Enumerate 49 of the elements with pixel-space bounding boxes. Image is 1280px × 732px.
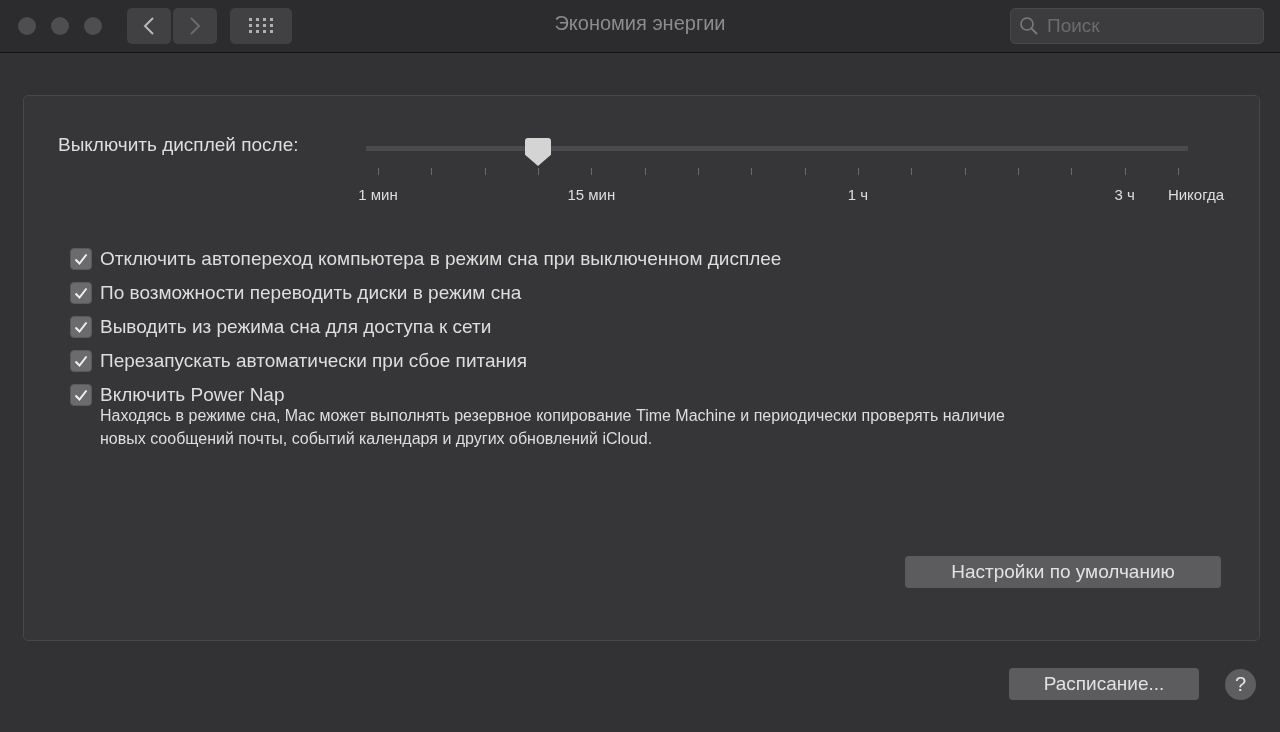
chevron-right-icon <box>189 16 201 36</box>
checkbox-label: Выводить из режима сна для доступа к сети <box>100 316 492 338</box>
grid-icon <box>249 18 273 34</box>
slider-tick <box>858 168 859 175</box>
slider-label: Выключить дисплей после: <box>58 133 300 156</box>
slider-tick <box>804 168 806 175</box>
back-button[interactable] <box>127 8 171 44</box>
checkbox[interactable] <box>70 384 92 406</box>
slider-tick <box>751 168 753 175</box>
tick-label: 15 мин <box>567 186 616 203</box>
slider-tick <box>1124 168 1126 175</box>
slider-thumb[interactable] <box>525 138 551 166</box>
slider-tick <box>1178 168 1179 175</box>
checkbox-label: По возможности переводить диски в режим сна <box>100 282 522 304</box>
show-all-button[interactable] <box>230 8 292 44</box>
slider-tick <box>644 168 646 175</box>
checkbox-label: Включить Power Nap <box>100 384 285 406</box>
tick-label: 3 ч <box>1114 186 1135 203</box>
chevron-left-icon <box>143 16 155 36</box>
tick-label: 1 мин <box>358 186 398 203</box>
slider-tick <box>1018 168 1019 175</box>
slider-tick <box>698 168 699 175</box>
checkbox[interactable] <box>70 316 92 338</box>
checkmark-icon <box>74 321 88 333</box>
tick-label: 1 ч <box>847 186 869 203</box>
slider-tick <box>1071 168 1073 175</box>
checkmark-icon <box>74 287 88 299</box>
slider-tick <box>591 168 593 175</box>
slider-tick <box>484 168 486 175</box>
checkbox-label: Перезапускать автоматически при сбое питания <box>100 350 527 372</box>
slider-tick <box>378 168 379 175</box>
restore-defaults-button[interactable]: Настройки по умолчанию <box>905 556 1221 588</box>
slider-tick <box>964 168 966 175</box>
window-title: Экономия энергии <box>554 12 726 35</box>
slider-tick <box>911 168 913 175</box>
checkbox-label: Отключить автопереход компьютера в режим сна при выключенном дисплее <box>100 248 782 270</box>
checkmark-icon <box>74 253 88 265</box>
slider-tick <box>431 168 433 175</box>
checkmark-icon <box>74 389 88 401</box>
tick-label: Никогда <box>1167 186 1225 203</box>
checkbox[interactable] <box>70 350 92 372</box>
option-description: Находясь в режиме сна, Mac может выполнять резервное копирование Time Machine и периодически проверять наличие новых сообщений почты, событий календаря и других обновлений iCloud. <box>100 406 1006 449</box>
checkmark-icon <box>74 355 88 367</box>
slider-tick <box>538 168 539 175</box>
checkbox[interactable] <box>70 248 92 270</box>
checkbox[interactable] <box>70 282 92 304</box>
search-icon <box>1019 16 1039 36</box>
help-button[interactable]: ? <box>1225 668 1256 700</box>
schedule-button[interactable]: Расписание... <box>1009 668 1199 700</box>
